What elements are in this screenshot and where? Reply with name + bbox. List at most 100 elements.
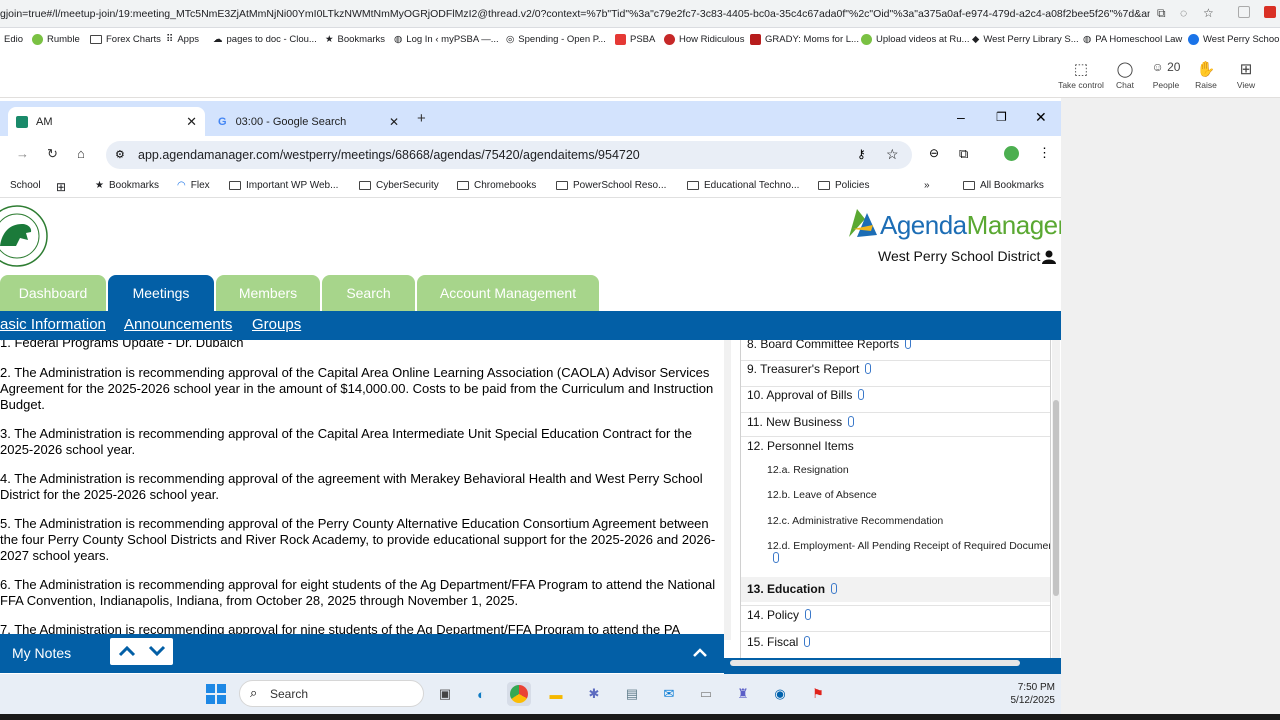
outer-url-text[interactable]: gjoin=true#/l/meetup-join/19:meeting_MTc… <box>0 8 1150 20</box>
content-scrollbar[interactable] <box>724 340 731 640</box>
link-basic-information[interactable]: asic Information <box>0 316 106 333</box>
outer-bookmark[interactable]: ☁ pages to doc - Clou... <box>213 34 317 45</box>
tab-account-management[interactable]: Account Management <box>417 275 599 311</box>
agenda-subitem[interactable]: 12.a. Resignation <box>741 464 1050 476</box>
new-tab-icon[interactable]: + <box>417 110 426 127</box>
outer-bookmark-label[interactable]: PSBA <box>630 34 655 45</box>
outer-bookmark-label[interactable]: GRADY: Moms for L... <box>765 34 859 45</box>
close-tab-icon[interactable]: ✕ <box>186 114 197 130</box>
bookmark-label[interactable]: Flex <box>191 180 210 191</box>
outer-bookmark-label[interactable]: How Ridiculous <box>679 34 744 45</box>
bookmark-label[interactable]: Important WP Web... <box>246 180 338 191</box>
agenda-item[interactable]: 14. Policy <box>741 608 1050 626</box>
chrome-icon[interactable] <box>507 682 531 706</box>
bookmark-label[interactable]: Chromebooks <box>474 180 536 191</box>
bookmark-folder[interactable]: Chromebooks <box>457 180 536 191</box>
my-notes-bar[interactable]: My Notes <box>0 634 724 673</box>
install-icon[interactable]: ⧉ <box>1157 6 1166 21</box>
bookmark-label[interactable]: Policies <box>835 180 869 191</box>
agenda-item[interactable]: 10. Approval of Bills <box>741 388 1050 406</box>
outer-bookmark-label[interactable]: Edio <box>4 34 23 45</box>
agenda-item-label[interactable]: 14. Policy <box>747 608 799 622</box>
app-icon[interactable]: ▭ <box>694 682 718 706</box>
agenda-item[interactable]: 15. Fiscal <box>741 635 1050 653</box>
puzzle-icon[interactable]: ⧉ <box>959 146 968 162</box>
outer-bookmark-label[interactable]: Spending - Open P... <box>518 34 606 45</box>
bookmark-folder[interactable]: CyberSecurity <box>359 180 439 191</box>
outer-bookmark[interactable]: West Perry School D <box>1188 34 1280 45</box>
bookmark-label[interactable]: Bookmarks <box>109 180 159 191</box>
menu-dots-icon[interactable]: ⋮ <box>1038 145 1051 161</box>
forward-icon[interactable]: → <box>16 146 29 161</box>
agenda-item[interactable]: 9. Treasurer's Report <box>741 362 1050 380</box>
agenda-item-label[interactable]: 13. Education <box>747 582 825 596</box>
view-button[interactable]: ⊞ View <box>1221 60 1271 90</box>
task-view-icon[interactable]: ▣ <box>433 682 457 706</box>
agenda-item-label[interactable]: 12. Personnel Items <box>747 439 854 453</box>
outer-bookmark[interactable]: ◍ PA Homeschool Law <box>1083 34 1182 45</box>
address-text[interactable]: app.agendamanager.com/westperry/meetings… <box>138 148 640 162</box>
app-icon[interactable]: ✱ <box>582 682 606 706</box>
outer-bookmark-label[interactable]: West Perry School D <box>1203 34 1280 45</box>
outlook-icon[interactable]: ✉ <box>657 682 681 706</box>
bookmark-school[interactable]: School <box>10 180 41 191</box>
minimize-icon[interactable]: – <box>957 109 965 125</box>
agenda-item-label[interactable]: 12.b. Leave of Absence <box>767 489 877 501</box>
outer-bookmark-label[interactable]: PA Homeschool Law <box>1095 34 1182 45</box>
outer-bookmark[interactable]: Edio <box>4 34 23 45</box>
outer-bookmark-label[interactable]: Log In ‹ myPSBA —... <box>406 34 498 45</box>
bookmark-bookmarks[interactable]: ★ Bookmarks <box>95 180 159 191</box>
agenda-item-selected[interactable]: 13. Education <box>741 577 1050 602</box>
user-icon[interactable] <box>1042 250 1056 264</box>
home-icon[interactable]: ⌂ <box>77 146 85 161</box>
my-notes-title[interactable]: My Notes <box>12 645 71 661</box>
agenda-scrollbar[interactable] <box>1052 340 1060 658</box>
more-bookmarks-button[interactable]: » <box>924 180 930 191</box>
outer-bookmark[interactable]: ◍ Log In ‹ myPSBA —... <box>394 34 499 45</box>
file-explorer-icon[interactable]: ▬ <box>544 682 568 706</box>
bookmark-folder[interactable]: Educational Techno... <box>687 180 799 191</box>
extension-red-icon[interactable] <box>1264 6 1276 18</box>
tab-am[interactable]: AM ✕ <box>8 107 205 136</box>
agenda-item-label[interactable]: 15. Fiscal <box>747 635 798 649</box>
agenda-subitem[interactable]: 12.b. Leave of Absence <box>741 489 1050 501</box>
outer-bookmark[interactable]: How Ridiculous <box>664 34 744 45</box>
outer-bookmark-label[interactable]: Apps <box>177 34 199 45</box>
profile-avatar[interactable] <box>1004 146 1019 161</box>
site-info-icon[interactable]: ⚙ <box>115 148 125 161</box>
key-icon[interactable]: ⚷ <box>857 147 866 161</box>
tab-dashboard[interactable]: Dashboard <box>0 275 106 311</box>
outer-bookmark-label[interactable]: Forex Charts <box>106 34 161 45</box>
outer-bookmark-label[interactable]: Rumble <box>47 34 80 45</box>
agenda-subitem[interactable]: 12.d. Employment- All Pending Receipt of… <box>741 540 1050 570</box>
app-icon[interactable]: ◉ <box>768 682 792 706</box>
agenda-item[interactable]: 12. Personnel Items <box>741 439 1050 457</box>
bookmark-label[interactable]: CyberSecurity <box>376 180 439 191</box>
outer-bookmark[interactable]: Forex Charts <box>90 34 161 45</box>
outer-bookmark[interactable]: PSBA <box>615 34 655 45</box>
extension-icon[interactable]: ⊖ <box>929 146 939 160</box>
outer-bookmark[interactable]: ◎ Spending - Open P... <box>506 34 606 45</box>
outer-bookmark-label[interactable]: West Perry Library S... <box>983 34 1078 45</box>
eye-off-icon[interactable]: ◌ <box>1180 6 1187 20</box>
outer-bookmark[interactable]: GRADY: Moms for L... <box>750 34 859 45</box>
outer-bookmark[interactable]: ★ Bookmarks <box>325 34 385 45</box>
bookmark-folder[interactable]: Policies <box>818 180 869 191</box>
link-announcements[interactable]: Announcements <box>124 316 232 333</box>
agenda-item-label[interactable]: 12.a. Resignation <box>767 464 849 476</box>
agenda-item-label[interactable]: 10. Approval of Bills <box>747 388 852 402</box>
extension-box-icon[interactable] <box>1238 6 1250 18</box>
agenda-item-label[interactable]: 11. New Business <box>747 415 842 429</box>
outer-bookmark-label[interactable]: Bookmarks <box>338 34 386 45</box>
agenda-item-label[interactable]: 8. Board Committee Reports <box>747 340 899 351</box>
agenda-item-label[interactable]: 12.c. Administrative Recommendation <box>767 515 943 527</box>
outer-bookmark[interactable]: ⠿ Apps <box>166 34 199 45</box>
bookmark-label[interactable]: All Bookmarks <box>980 180 1044 191</box>
outer-bookmark-label[interactable]: pages to doc - Clou... <box>227 34 317 45</box>
agenda-item-label[interactable]: 12.d. Employment- All Pending Receipt of… <box>767 540 1050 552</box>
tab-meetings[interactable]: Meetings <box>108 275 214 311</box>
apps-button[interactable]: ⊞ <box>56 180 66 194</box>
tab-google-search[interactable]: G 03:00 - Google Search ✕ <box>210 107 407 136</box>
close-tab-icon[interactable]: ✕ <box>389 115 399 129</box>
outer-bookmark[interactable]: ◆ West Perry Library S... <box>972 34 1079 45</box>
